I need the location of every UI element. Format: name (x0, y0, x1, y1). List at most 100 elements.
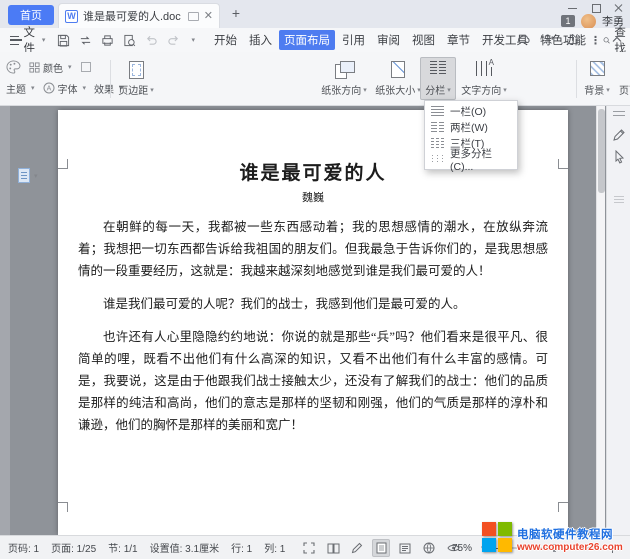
tab-page-layout[interactable]: 页面布局 (279, 30, 335, 50)
margins-button[interactable]: 页边距▾ (114, 57, 158, 100)
paper-orientation-icon (335, 61, 353, 77)
status-setting-value[interactable]: 设置值: 3.1厘米 (150, 540, 219, 555)
save-icon[interactable] (57, 34, 70, 47)
web-view-icon[interactable] (420, 539, 438, 557)
theme-group: 颜色▾ 主题▾ A 字体▾ 效果▾ (6, 57, 108, 100)
crop-mark-icon (58, 159, 68, 169)
margins-icon (129, 61, 144, 79)
output-convert-icon[interactable] (79, 34, 92, 47)
page-setup-gutter-button[interactable]: ▾ (18, 168, 38, 183)
paper-orientation-button[interactable]: 纸张方向▾ (318, 57, 370, 100)
status-page-count[interactable]: 页面: 1/25 (51, 540, 96, 555)
panel-handle-icon[interactable] (613, 111, 625, 116)
vertical-scrollbar[interactable] (596, 106, 605, 535)
document-author: 魏巍 (78, 189, 548, 205)
paragraph: 在朝鲜的每一天，我都被一些东西感动着；我的思想感情的潮水，在放纵奔流着；我想把一… (78, 216, 548, 282)
maximize-icon[interactable] (591, 3, 601, 13)
tab-view[interactable]: 视图 (407, 30, 440, 50)
page-view-icon[interactable] (372, 539, 390, 557)
select-cursor-icon[interactable] (607, 146, 630, 168)
hamburger-icon[interactable] (10, 36, 19, 45)
paper-size-icon (391, 61, 405, 78)
status-fields: 页码: 1 页面: 1/25 节: 1/1 设置值: 3.1厘米 行: 1 列:… (0, 540, 285, 555)
page-border-button[interactable]: 页面边框 (616, 57, 630, 100)
user-avatar[interactable] (581, 14, 596, 29)
two-columns-icon (431, 122, 444, 132)
status-section[interactable]: 节: 1/1 (108, 540, 137, 555)
windows-logo-icon (482, 522, 513, 553)
file-caret-icon[interactable]: ▾ (42, 36, 46, 44)
ink-pen-icon[interactable] (348, 539, 366, 557)
scrollbar-thumb[interactable] (598, 109, 605, 193)
paragraph: 谁是我们最可爱的人呢？我们的战士，我感到他们是最可爱的人。 (78, 293, 548, 315)
upload-share-icon[interactable] (566, 33, 579, 48)
columns-dropdown-menu: 一栏(O) 两栏(W) 三栏(T) 更多分栏(C)... (424, 100, 518, 170)
ribbon: 颜色▾ 主题▾ A 字体▾ 效果▾ 页边距▾ 上: 31.8 毫米 下: 31.… (0, 52, 630, 106)
wps-writer-window: 首页 W 谁是最可爱的人.doc ✕ + 1 李勇 文件 ▾ (0, 0, 630, 559)
menubar-right-icons: ⋮ (517, 28, 622, 52)
watermark-site-name: 电脑软硬件教程网 (517, 526, 623, 542)
text-direction-button[interactable]: 文字方向▾ (458, 57, 510, 100)
outline-view-icon[interactable] (396, 539, 414, 557)
background-button[interactable]: 背景▾ (580, 57, 614, 100)
status-page-number[interactable]: 页码: 1 (8, 540, 39, 555)
tab-review[interactable]: 审阅 (372, 30, 405, 50)
edit-pen-icon[interactable] (607, 124, 630, 146)
menu-item-one-column[interactable]: 一栏(O) (425, 103, 517, 119)
cloud-icon[interactable] (517, 33, 531, 48)
paper-size-button[interactable]: 纸张大小▾ (372, 57, 424, 100)
fonts-button[interactable]: A 字体▾ (43, 81, 87, 96)
background-icon (590, 61, 605, 76)
text-direction-icon (476, 61, 492, 76)
tab-list-icon[interactable] (188, 12, 199, 21)
status-line[interactable]: 行: 1 (231, 540, 252, 555)
menu-bar: 文件 ▾ ▾ 开始 插入 页面布局 引用 审阅 视图 章节 开发工具 特色功能 … (0, 28, 630, 52)
print-preview-icon[interactable] (123, 34, 136, 47)
crop-mark-icon (58, 502, 68, 512)
tab-start[interactable]: 开始 (209, 30, 242, 50)
toolbar-more-caret-icon[interactable]: ▾ (191, 36, 195, 44)
document-tab[interactable]: W 谁是最可爱的人.doc ✕ (58, 3, 220, 28)
close-icon[interactable] (614, 3, 624, 13)
crop-mark-icon (558, 502, 568, 512)
document-page[interactable]: 谁是最可爱的人 魏巍 在朝鲜的每一天，我都被一些东西感动着；我的思想感情的潮水，… (58, 110, 568, 535)
effects-icon[interactable] (80, 61, 92, 73)
collapse-ribbon-icon[interactable] (612, 34, 622, 46)
tab-insert[interactable]: 插入 (244, 30, 277, 50)
new-tab-button[interactable]: + (228, 6, 244, 22)
quick-toolbar: ▾ (57, 34, 195, 47)
home-tab[interactable]: 首页 (8, 5, 54, 25)
zoom-level[interactable]: 75% (452, 543, 472, 554)
fullscreen-icon[interactable] (300, 539, 318, 557)
right-side-toolbar (606, 106, 630, 535)
colors-button[interactable]: 颜色▾ (29, 60, 72, 75)
colors-icon (29, 62, 40, 73)
print-icon[interactable] (101, 34, 114, 47)
notification-badge[interactable]: 1 (561, 15, 575, 27)
status-column[interactable]: 列: 1 (264, 540, 285, 555)
one-column-icon (431, 106, 444, 116)
view-switcher (300, 536, 462, 559)
theme-button[interactable]: 主题▾ (6, 81, 35, 96)
minimize-icon[interactable] (568, 3, 578, 13)
redo-icon[interactable] (167, 34, 180, 47)
three-columns-icon (431, 138, 444, 148)
share-user-icon[interactable] (542, 33, 555, 48)
undo-icon[interactable] (145, 34, 158, 47)
fonts-icon: A (43, 82, 55, 94)
panel-grip-icon[interactable] (614, 196, 624, 204)
svg-text:A: A (46, 86, 51, 93)
columns-button[interactable]: 分栏▾ (420, 57, 456, 100)
tab-section[interactable]: 章节 (442, 30, 475, 50)
two-page-view-icon[interactable] (324, 539, 342, 557)
menu-item-two-columns[interactable]: 两栏(W) (425, 119, 517, 135)
left-margin-strip (0, 106, 10, 535)
document-tab-title: 谁是最可爱的人.doc (83, 8, 183, 24)
menu-item-more-columns[interactable]: 更多分栏(C)... (425, 151, 517, 167)
tab-references[interactable]: 引用 (337, 30, 370, 50)
more-options-icon[interactable]: ⋮ (590, 34, 601, 47)
tab-close-icon[interactable]: ✕ (204, 11, 213, 22)
site-watermark: 电脑软硬件教程网 www.computer26.com (482, 519, 630, 559)
theme-palette-icon[interactable] (6, 60, 21, 74)
title-bar: 首页 W 谁是最可爱的人.doc ✕ + 1 李勇 (0, 0, 630, 28)
